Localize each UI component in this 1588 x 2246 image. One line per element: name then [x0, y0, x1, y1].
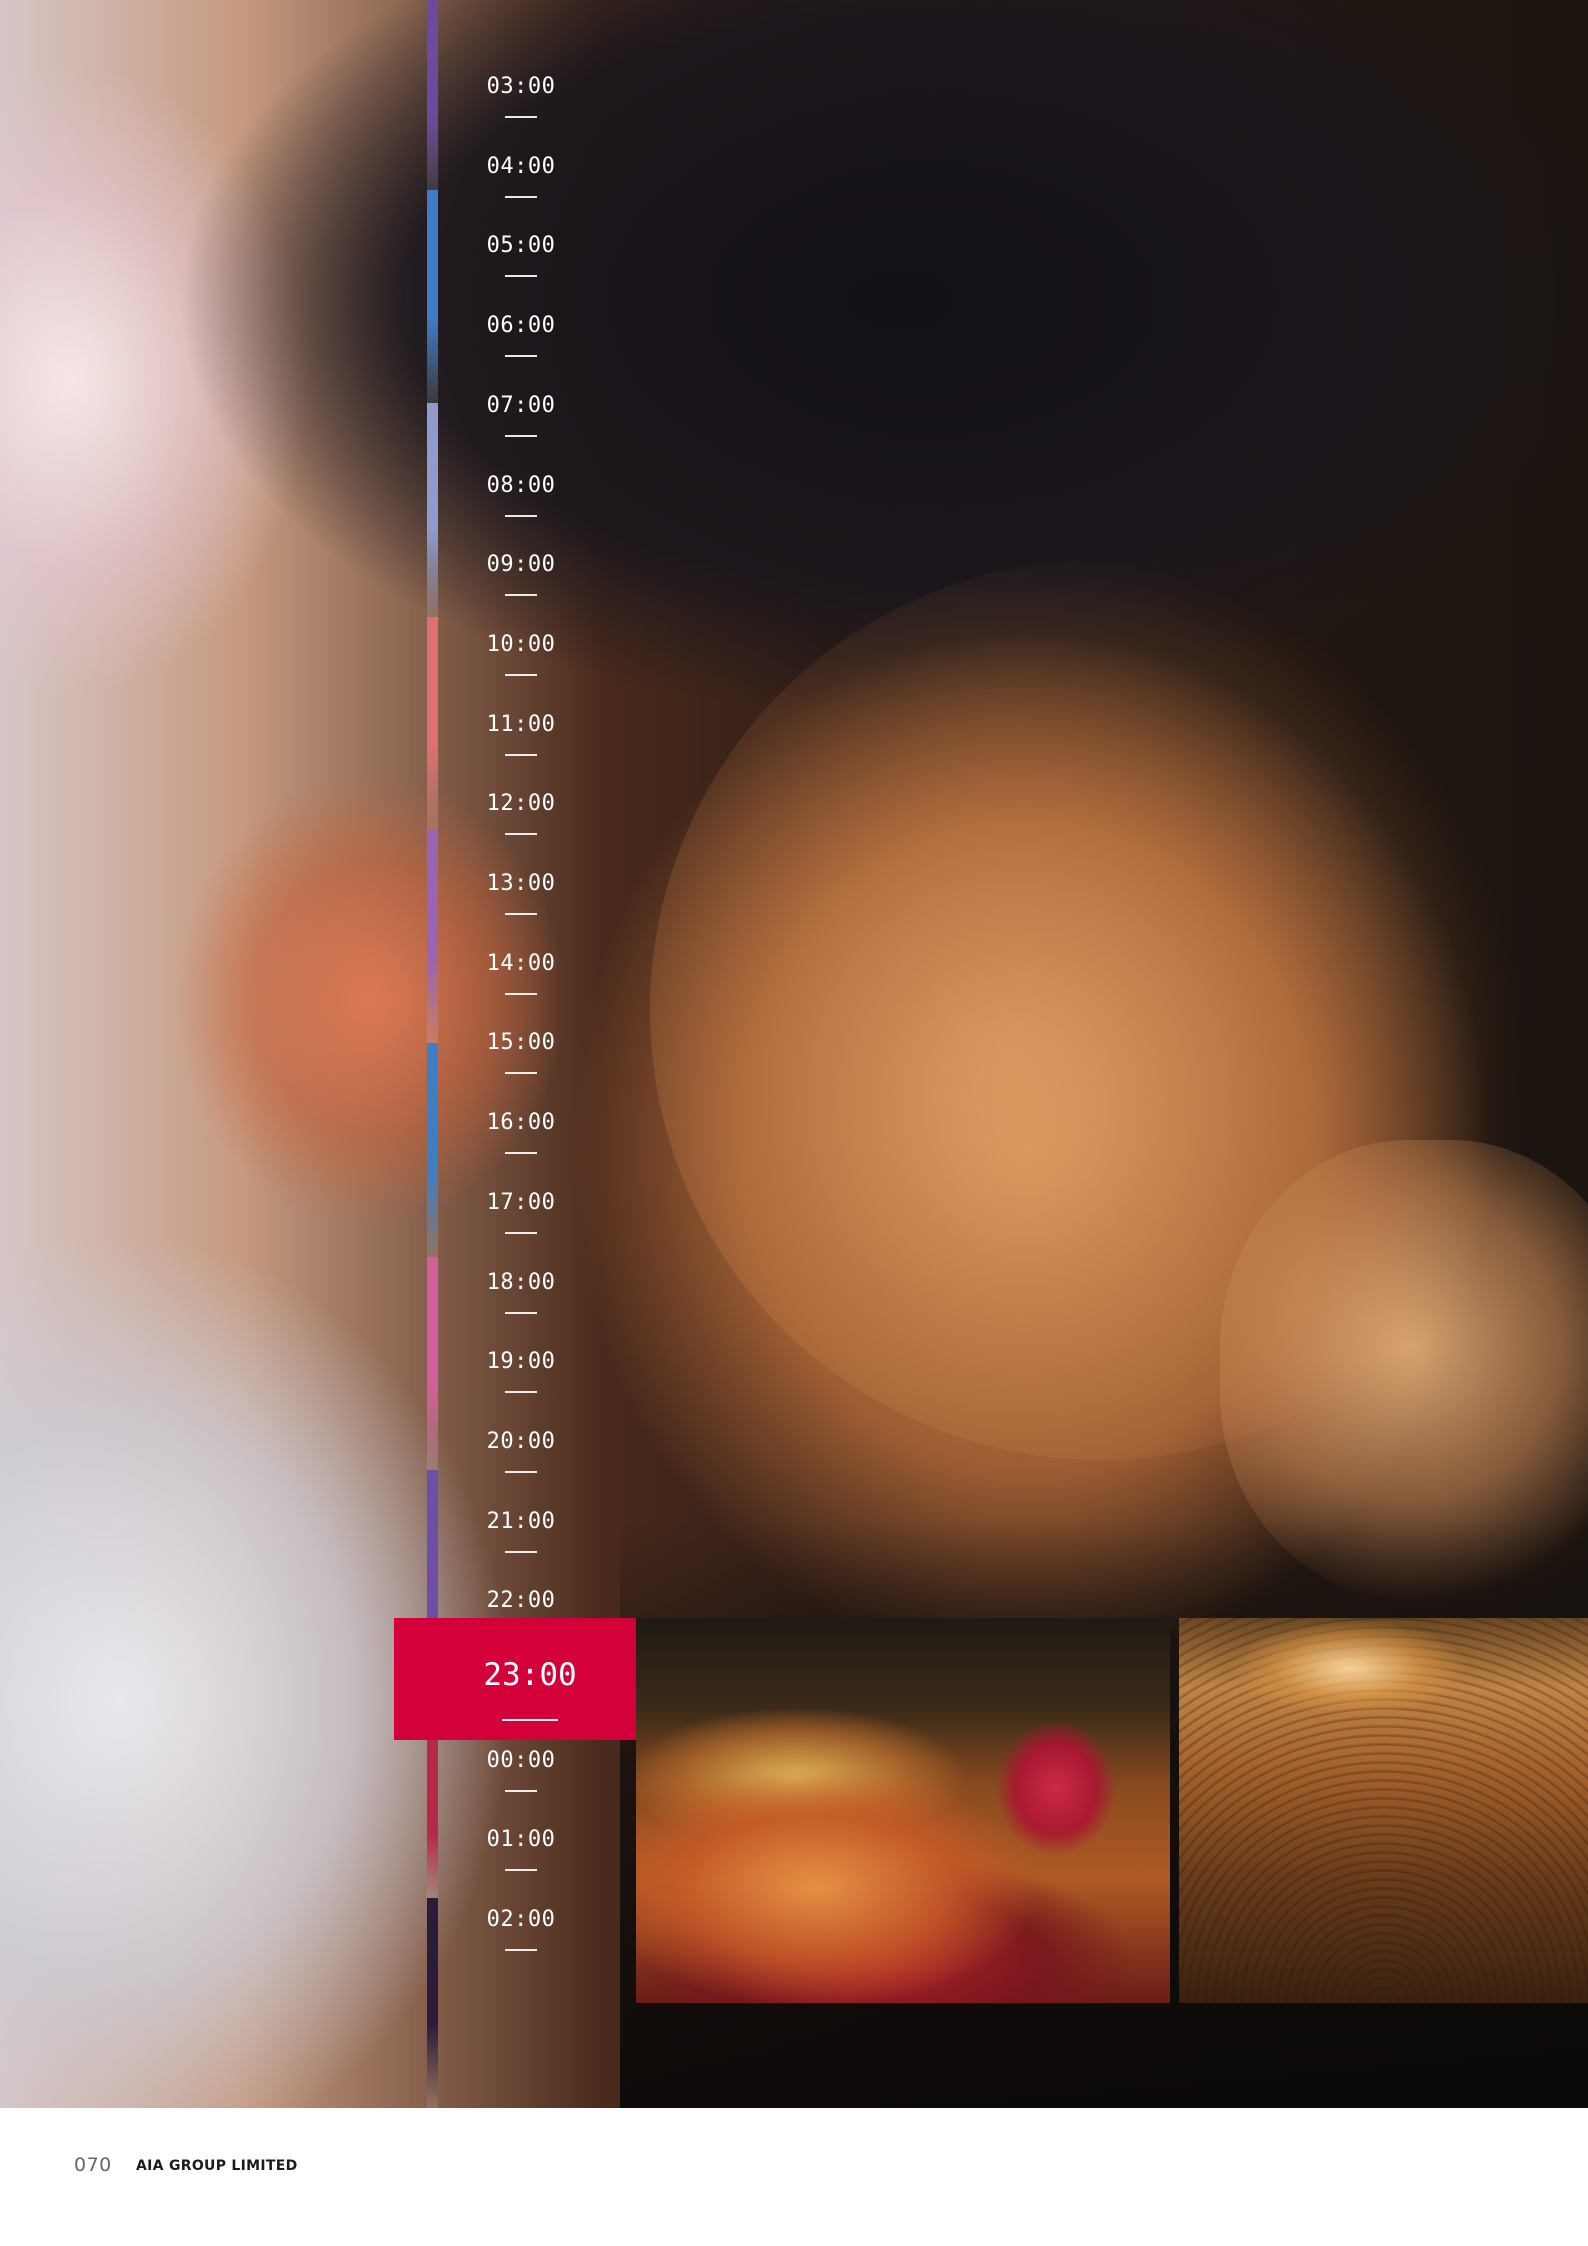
timeline-hour-tick — [505, 992, 537, 995]
timeline-hour-tick — [505, 1072, 537, 1075]
timeline-hour-tick — [505, 1391, 537, 1394]
timeline-hour-label: 18:00 — [486, 1269, 556, 1295]
timeline-hour-label: 05:00 — [486, 233, 556, 259]
timeline-hour-label: 02:00 — [486, 1907, 556, 1933]
timeline-hour-tick — [505, 116, 537, 118]
current-hour-tick — [502, 1719, 558, 1721]
timeline-hour-label: 14:00 — [486, 950, 556, 976]
timeline-hour-tick — [505, 1949, 537, 1952]
timeline-hour-tick — [505, 355, 537, 358]
timeline-color-bar — [427, 0, 438, 2108]
timeline-hour-label: 01:00 — [486, 1827, 556, 1853]
timeline-hour-label: 03:00 — [486, 74, 556, 99]
timeline-hour-label: 07:00 — [486, 392, 556, 418]
timeline-hour: 20:00 — [456, 1427, 586, 1473]
timeline-hour: 02:00 — [456, 1905, 586, 1952]
timeline-hour: 21:00 — [456, 1507, 586, 1553]
timeline-hour-label: 13:00 — [486, 871, 556, 896]
timeline-hour: 05:00 — [456, 231, 586, 278]
current-hour-highlight: 23:00 — [394, 1618, 666, 1740]
page-number: 070 — [74, 2154, 112, 2176]
timeline-bar-segment — [427, 1898, 438, 2108]
timeline-hour: 06:00 — [456, 311, 586, 358]
timeline-hour-tick — [505, 514, 537, 517]
timeline-hour: 19:00 — [456, 1347, 586, 1394]
timeline-hour: 09:00 — [456, 550, 586, 597]
timeline-hour-tick — [505, 673, 537, 676]
timeline-hour: 01:00 — [456, 1825, 586, 1872]
page-footer: 070 AIA GROUP LIMITED — [0, 2108, 1588, 2246]
timeline-hour-label: 19:00 — [486, 1349, 556, 1375]
timeline-hour: 16:00 — [456, 1108, 586, 1155]
timeline-hours: 03:00 04:00 05:00 06:00 07:00 08:00 09:00 10:00… — [456, 0, 586, 2108]
timeline-hour-label: 15:00 — [486, 1030, 556, 1056]
timeline-hour-label: 04:00 — [486, 153, 556, 179]
timeline-bar-segment — [427, 0, 438, 190]
timeline-hour: 00:00 — [456, 1746, 586, 1792]
timeline-bar-segment — [427, 830, 438, 1043]
timeline-hour-label: 09:00 — [486, 552, 556, 578]
timeline-hour-tick — [505, 195, 537, 198]
timeline-bar-segment — [427, 1739, 438, 1898]
timeline-hour-label: 10:00 — [486, 631, 556, 657]
timeline-bar-segment — [427, 1257, 438, 1470]
timeline-hour-label: 22:00 — [486, 1588, 556, 1614]
timeline-hour: 22:00 — [456, 1586, 586, 1633]
timeline-hour-label: 17:00 — [486, 1189, 556, 1215]
timeline-bar-segment — [427, 190, 438, 403]
timeline-hour: 08:00 — [456, 471, 586, 517]
timeline-hour: 04:00 — [456, 152, 586, 198]
timeline-hour-tick — [505, 1231, 537, 1234]
timeline-hour-tick — [505, 1470, 537, 1473]
timeline-hour-tick — [505, 275, 537, 278]
timeline-hour: 07:00 — [456, 391, 586, 437]
timeline-bar-segment — [427, 403, 438, 617]
timeline-hour: 13:00 — [456, 869, 586, 915]
photo-night-market — [636, 1618, 1170, 2003]
company-name: AIA GROUP LIMITED — [136, 2158, 298, 2174]
timeline-bar-segment — [427, 1043, 438, 1257]
timeline-hour-tick — [505, 434, 537, 437]
timeline-hour-tick — [505, 594, 537, 597]
timeline-hour: 12:00 — [456, 789, 586, 836]
timeline-hour-label: 16:00 — [486, 1110, 556, 1136]
current-hour-label: 23:00 — [483, 1657, 577, 1693]
timeline-hour: 14:00 — [456, 949, 586, 995]
timeline-hour-label: 21:00 — [486, 1508, 556, 1534]
timeline-hour-label: 08:00 — [486, 472, 556, 498]
timeline-hour-tick — [505, 1550, 537, 1553]
photo-concert-crowd — [1179, 1618, 1588, 2003]
timeline-hour: 03:00 — [456, 72, 586, 118]
timeline-hour-tick — [505, 1789, 537, 1792]
timeline-hour-tick — [505, 913, 537, 915]
timeline-hour-tick — [505, 833, 537, 836]
timeline-hour: 15:00 — [456, 1028, 586, 1075]
timeline-hour: 11:00 — [456, 710, 586, 756]
timeline-hour-tick — [505, 1869, 537, 1872]
timeline-hour-label: 11:00 — [486, 711, 556, 737]
timeline-hour: 18:00 — [456, 1268, 586, 1314]
timeline-hour-tick — [505, 1311, 537, 1314]
timeline-hour-tick — [505, 1152, 537, 1155]
timeline-bar-segment — [427, 617, 438, 830]
timeline-hour-label: 06:00 — [486, 313, 556, 339]
timeline-hour-label: 12:00 — [486, 791, 556, 817]
timeline-hour-tick — [505, 753, 537, 756]
timeline-hour-label: 00:00 — [486, 1747, 556, 1773]
timeline-hour-label: 20:00 — [486, 1428, 556, 1454]
timeline-hour: 17:00 — [456, 1188, 586, 1234]
timeline-hour: 10:00 — [456, 630, 586, 676]
